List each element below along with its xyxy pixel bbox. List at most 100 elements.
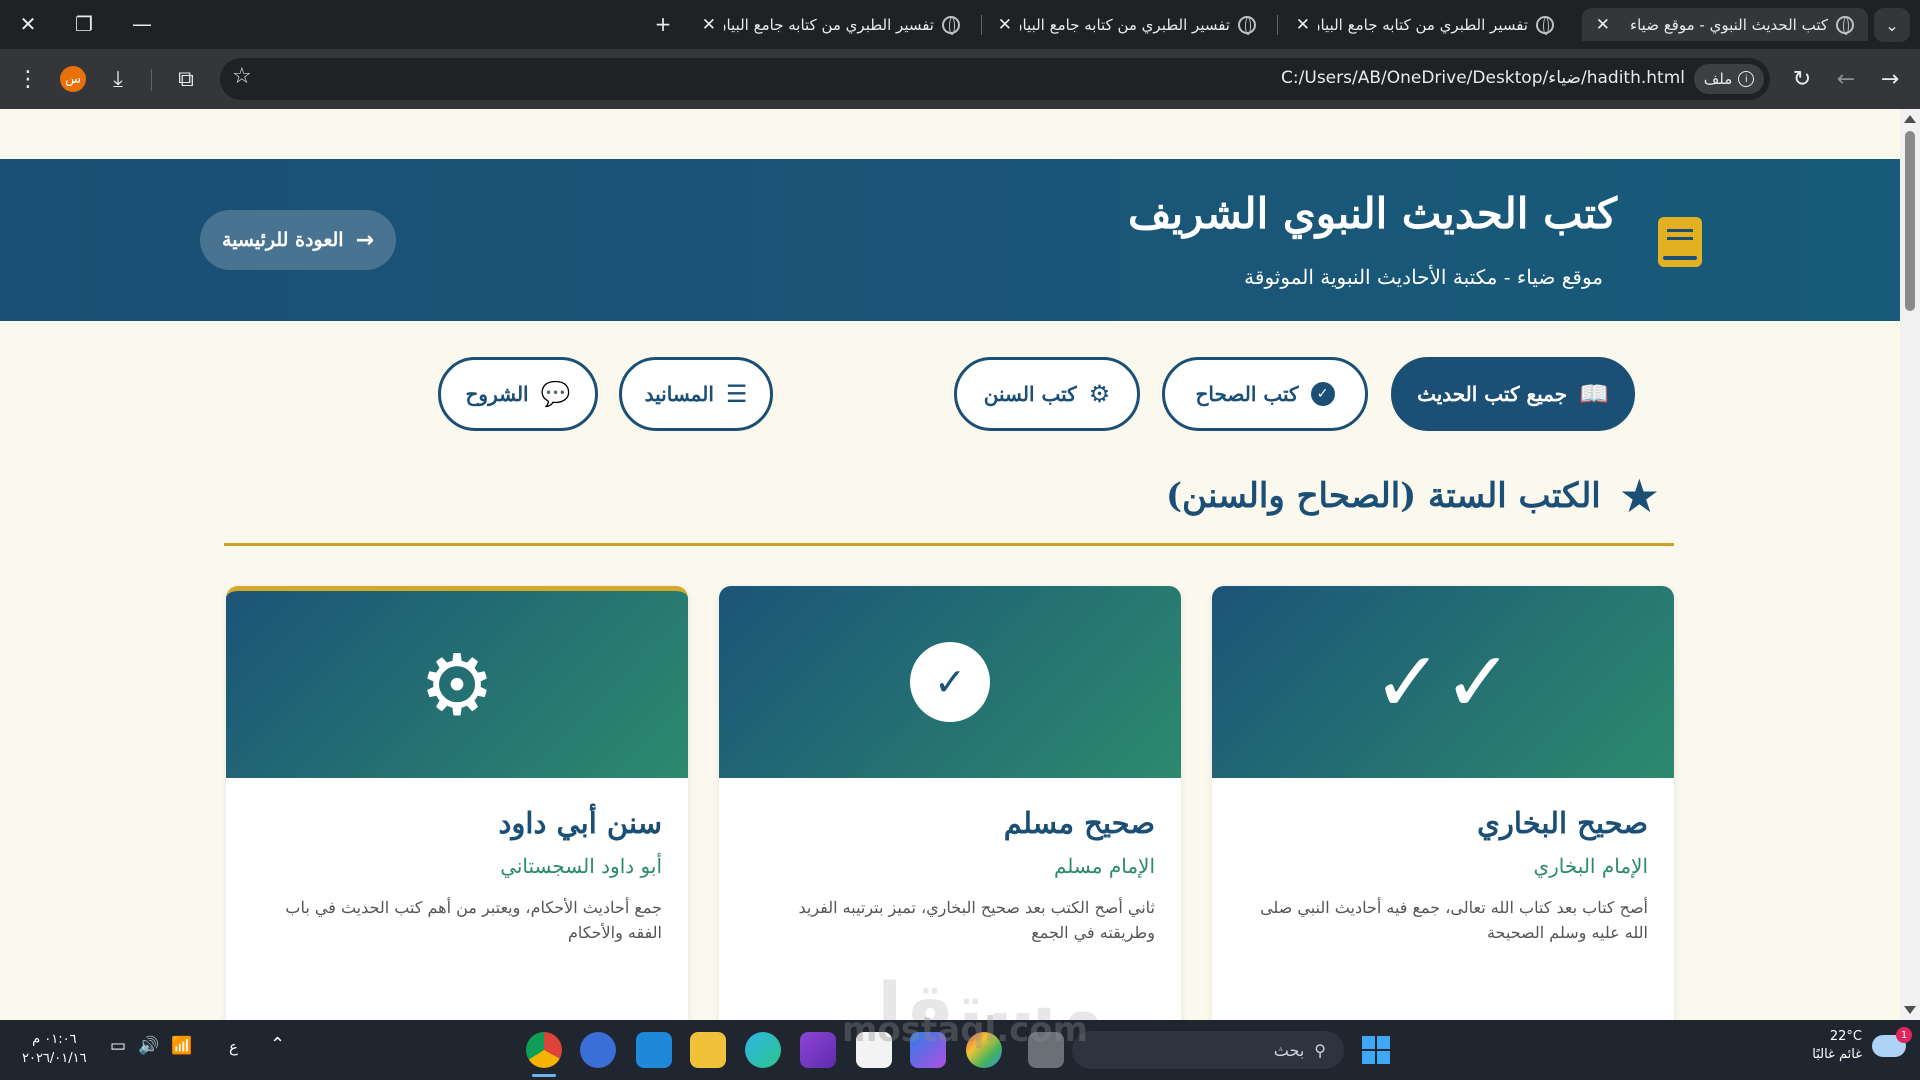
double-check-icon: ✓✓ — [1372, 633, 1514, 731]
profile-avatar[interactable]: س — [60, 66, 86, 92]
filter-label: المسانيد — [644, 382, 714, 406]
book-card-muslim[interactable]: ✓ صحيح مسلم الإمام مسلم ثاني أصح الكتب ب… — [719, 586, 1181, 1020]
card-title: سنن أبي داود — [498, 806, 662, 840]
card-title: صحيح مسلم — [1003, 806, 1155, 840]
system-tray[interactable]: ▭ 🔊 📶 — [110, 1036, 192, 1056]
card-banner: ⚙ — [226, 591, 688, 778]
windows-logo-icon — [1362, 1051, 1375, 1064]
clock-time: ٠١:٠٦ م — [32, 1032, 77, 1047]
reload-icon: ↻ — [1792, 66, 1812, 92]
filter-musnad[interactable]: ☰ المسانيد — [619, 357, 773, 431]
scroll-thumb[interactable] — [1905, 131, 1915, 311]
address-url[interactable]: C:/Users/AB/OneDrive/Desktop/ضياء/hadith… — [1281, 68, 1685, 88]
book-logo-icon — [1658, 217, 1702, 267]
filter-label: جميع كتب الحديث — [1417, 382, 1568, 406]
list-icon: ☰ — [725, 380, 748, 408]
open-book-icon: 📖 — [1579, 380, 1609, 408]
watermark-url: mostaql.com — [842, 1010, 1089, 1050]
card-body: سنن أبي داود أبو داود السجستاني جمع أحاد… — [226, 778, 688, 946]
close-icon[interactable]: ✕ — [702, 15, 716, 35]
app-chrome-icon[interactable] — [526, 1032, 562, 1068]
tab-hadith[interactable]: كتب الحديث النبوي - موقع ضياء ✕ — [1581, 8, 1868, 41]
site-info-chip[interactable]: i ملف — [1694, 64, 1764, 94]
card-description: جمع أحاديث الأحكام، ويعتبر من أهم كتب ال… — [285, 898, 662, 942]
forward-nav-button[interactable]: ← — [1828, 61, 1864, 97]
search-placeholder: بحث — [1273, 1040, 1305, 1060]
card-description: أصح كتاب بعد كتاب الله تعالى، جمع فيه أح… — [1260, 898, 1648, 942]
address-bar[interactable]: i ملف C:/Users/AB/OneDrive/Desktop/ضياء/… — [220, 58, 1770, 100]
scroll-down-icon[interactable] — [1904, 1006, 1916, 1014]
page-title: كتب الحديث النبوي الشريف — [1128, 189, 1617, 238]
back-home-button[interactable]: → العودة للرئيسية — [200, 210, 396, 270]
arrow-right-icon: → — [355, 227, 374, 253]
app-visual-studio-icon[interactable] — [800, 1032, 836, 1068]
volume-icon: 🔊 — [138, 1036, 160, 1056]
weather-temp: 22°C — [1829, 1029, 1862, 1044]
globe-icon — [942, 15, 960, 35]
notification-badge: 1 — [1896, 1027, 1912, 1043]
site-header: كتب الحديث النبوي الشريف موقع ضياء - مكت… — [0, 159, 1900, 321]
tab-tabari-2[interactable]: تفسير الطبري من كتابه جامع البيان ✕ — [984, 8, 1270, 41]
weather-desc: غائم غالبًا — [1812, 1047, 1862, 1062]
close-icon[interactable]: ✕ — [998, 15, 1012, 35]
restore-button[interactable]: ❐ — [66, 6, 102, 42]
card-body: صحيح البخاري الإمام البخاري أصح كتاب بعد… — [1212, 778, 1674, 946]
start-button[interactable] — [1362, 1036, 1390, 1064]
section-title: الكتب الستة (الصحاح والسنن) — [1165, 476, 1601, 516]
app-file-explorer-icon[interactable] — [690, 1032, 726, 1068]
app-vscode-icon[interactable] — [636, 1032, 672, 1068]
page-scrollbar[interactable] — [1900, 109, 1920, 1020]
site-info-label: ملف — [1703, 70, 1733, 88]
tab-tabari-3[interactable]: تفسير الطبري من كتابه جامع البيان ✕ — [688, 8, 974, 41]
menu-button[interactable]: ⋮ — [10, 61, 46, 97]
tab-title: تفسير الطبري من كتابه جامع البيان — [724, 15, 934, 34]
page-viewport: كتب الحديث النبوي الشريف موقع ضياء - مكت… — [0, 109, 1900, 1020]
windows-logo-icon — [1362, 1036, 1375, 1049]
book-card-bukhari[interactable]: ✓✓ صحيح البخاري الإمام البخاري أصح كتاب … — [1212, 586, 1674, 1020]
filter-sunan[interactable]: ⚙ كتب السنن — [954, 357, 1140, 431]
taskbar-search[interactable]: بحث ⚲ — [1072, 1031, 1344, 1069]
weather-widget[interactable]: 1 22°C غائم غالبًا — [1812, 1027, 1912, 1064]
close-icon[interactable]: ✕ — [1296, 15, 1310, 35]
tab-strip: ⌄ كتب الحديث النبوي - موقع ضياء ✕ تفسير … — [0, 0, 1920, 49]
back-nav-button[interactable]: → — [1872, 61, 1908, 97]
arrow-forward-icon: ← — [1836, 66, 1856, 92]
comments-icon: 💬 — [540, 380, 571, 408]
language-indicator[interactable]: ع — [229, 1038, 238, 1056]
section-divider — [224, 543, 1674, 546]
extensions-button[interactable]: ⧉ — [168, 61, 204, 97]
active-app-indicator — [532, 1074, 556, 1077]
restore-icon: ❐ — [75, 12, 93, 36]
filter-bar: 📖 جميع كتب الحديث ✓ كتب الصحاح ⚙ كتب الس… — [0, 357, 1900, 433]
bookmark-star-icon[interactable]: ☆ — [232, 64, 252, 89]
globe-icon — [1536, 15, 1554, 35]
close-window-button[interactable]: ✕ — [10, 6, 46, 42]
arrow-back-icon: → — [1880, 66, 1900, 92]
app-extra-icon[interactable] — [580, 1032, 616, 1068]
cloud-icon: 1 — [1872, 1027, 1912, 1057]
minimize-button[interactable]: — — [124, 6, 160, 42]
chevron-up-icon[interactable]: ⌃ — [270, 1034, 285, 1055]
close-icon[interactable]: ✕ — [1596, 15, 1610, 35]
info-icon: i — [1738, 71, 1755, 87]
card-description: ثاني أصح الكتب بعد صحيح البخاري، تميز بت… — [798, 898, 1155, 942]
gear-icon: ⚙ — [1088, 380, 1111, 408]
puzzle-icon: ⧉ — [178, 66, 194, 92]
tab-tabari-1[interactable]: تفسير الطبري من كتابه جامع البيان ✕ — [1282, 8, 1568, 41]
tab-search-button[interactable]: ⌄ — [1874, 8, 1910, 42]
filter-sahih[interactable]: ✓ كتب الصحاح — [1162, 357, 1368, 431]
card-title: صحيح البخاري — [1477, 806, 1648, 840]
downloads-button[interactable]: ⤓ — [100, 61, 136, 97]
card-author: الإمام مسلم — [1054, 854, 1155, 878]
app-edge-icon[interactable] — [745, 1032, 781, 1068]
filter-shuruh[interactable]: 💬 الشروح — [438, 357, 598, 431]
tab-separator — [981, 15, 982, 35]
scroll-up-icon[interactable] — [1904, 115, 1916, 123]
system-clock[interactable]: ٠١:٠٦ م ٢٠٢٦/٠١/١٦ — [22, 1030, 87, 1068]
reload-button[interactable]: ↻ — [1784, 61, 1820, 97]
filter-all-books[interactable]: 📖 جميع كتب الحديث — [1391, 357, 1635, 431]
tab-title: تفسير الطبري من كتابه جامع البيان — [1020, 15, 1230, 34]
book-card-abu-dawud[interactable]: ⚙ سنن أبي داود أبو داود السجستاني جمع أح… — [226, 586, 688, 1020]
new-tab-button[interactable]: + — [645, 6, 681, 42]
minimize-icon: — — [132, 12, 152, 36]
